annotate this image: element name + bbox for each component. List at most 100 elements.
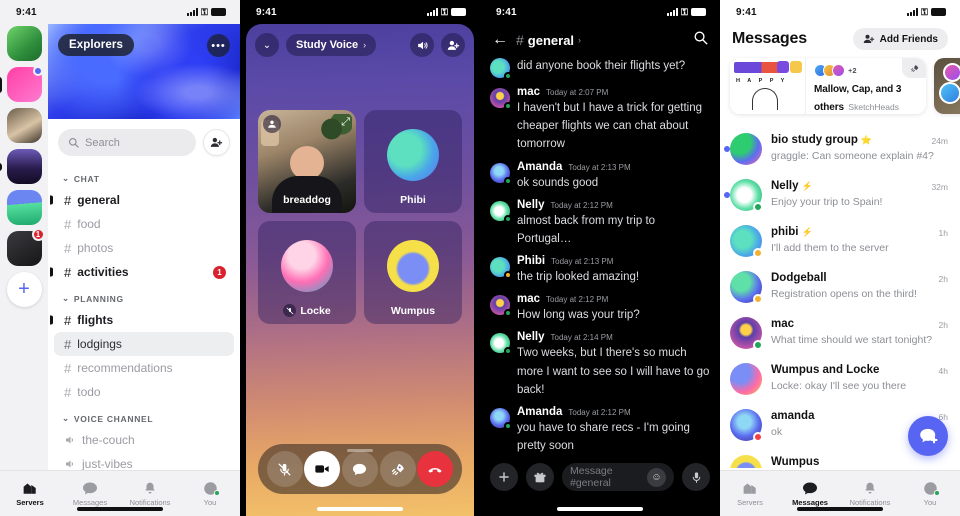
server-rail[interactable]: 1 + (0, 24, 48, 494)
add-person-icon (863, 34, 874, 43)
message-row[interactable]: Nelly Today at 2:14 PM Two weeks, but I … (490, 331, 710, 398)
server-icon-dog[interactable] (6, 108, 42, 143)
message-header: Nelly Today at 2:14 PM (517, 331, 710, 343)
server-icon-leaves[interactable] (6, 26, 42, 61)
expand-icon[interactable]: ⤢ (341, 116, 350, 129)
search-button[interactable] (693, 30, 708, 50)
message-timestamp: Today at 2:12 PM (568, 407, 631, 417)
participant-tile-breaddog[interactable]: ⤢ breaddog (258, 110, 356, 213)
category-planning[interactable]: ⌄ PLANNING (54, 284, 234, 308)
dm-row-bio-study-group[interactable]: bio study group ⭐ graggle: Can someone e… (720, 126, 960, 172)
tab-servers[interactable]: Servers (720, 471, 780, 516)
dm-name: bio study group ⭐ (771, 134, 922, 146)
message-author: Amanda (517, 405, 563, 418)
server-icon-robot[interactable]: 1 (6, 228, 45, 266)
speaker-button[interactable] (410, 33, 434, 57)
dm-preview: ok (771, 426, 783, 438)
presence-dot (753, 202, 763, 212)
message-row[interactable]: Amanda Today at 2:12 PM you have to shar… (490, 406, 710, 454)
dm-preview: Enjoy your trip to Spain! (771, 196, 883, 208)
channel-list[interactable]: ⌄ CHAT # general # food # photos # activ… (48, 164, 240, 494)
message-row[interactable]: mac Today at 2:07 PM I haven't but I hav… (490, 86, 710, 153)
back-button[interactable]: ← (492, 31, 508, 49)
camera-button[interactable] (304, 451, 341, 487)
message-row[interactable]: did anyone book their flights yet? (490, 56, 710, 80)
chat-title[interactable]: # general › (516, 32, 581, 48)
activity-card-sketchheads[interactable]: H A P P Y +2 Mallow, Cap, and 3 others S… (730, 58, 926, 114)
unread-marker (50, 267, 53, 277)
message-input[interactable]: Message #general ☺ (562, 463, 674, 491)
server-icon-frog[interactable] (0, 66, 43, 102)
participant-tile-locke[interactable]: Locke (258, 221, 356, 324)
add-server-button[interactable]: + (6, 272, 42, 307)
channel-food[interactable]: # food (54, 212, 234, 236)
channel-lodgings[interactable]: # lodgings (54, 332, 234, 356)
dm-row-phibi[interactable]: phibi ⚡ I'll add them to the server 1h (720, 218, 960, 264)
message-timestamp: Today at 2:12 PM (546, 295, 609, 305)
activity-card-secondary[interactable] (934, 58, 960, 114)
participant-tile-phibi[interactable]: Phibi (364, 110, 462, 213)
activities-button[interactable] (379, 451, 416, 487)
status-indicators: ⚿ (186, 7, 226, 17)
hangup-button[interactable] (417, 451, 454, 487)
message-row[interactable]: Amanda Today at 2:13 PM ok sounds good (490, 161, 710, 191)
channel-photos[interactable]: # photos (54, 236, 234, 260)
add-friends-button[interactable]: Add Friends (852, 28, 948, 50)
dm-row-dodgeball[interactable]: Dodgeball Registration opens on the thir… (720, 264, 960, 310)
message-row[interactable]: Phibi Today at 2:13 PM the trip looked a… (490, 255, 710, 285)
plus-icon (499, 472, 509, 482)
server-icon-green-blob[interactable] (6, 190, 42, 225)
message-list[interactable]: did anyone book their flights yet? mac T… (480, 56, 720, 458)
participant-tile-wumpus[interactable]: Wumpus (364, 221, 462, 324)
emoji-icon[interactable]: ☺ (647, 467, 666, 487)
chat-button[interactable] (341, 451, 378, 487)
channel-todo[interactable]: # todo (54, 380, 234, 404)
participant-label: Phibi (400, 194, 426, 206)
channel-general[interactable]: # general (50, 188, 234, 212)
server-more-button[interactable]: ••• (207, 34, 230, 57)
channel-activities[interactable]: # activities 1 (50, 260, 234, 284)
channel-recommendations[interactable]: # recommendations (54, 356, 234, 380)
message-composer[interactable]: Message #general ☺ (480, 460, 720, 494)
voice-message-button[interactable] (682, 463, 710, 491)
mute-button[interactable] (266, 451, 303, 487)
message-body: did anyone book their flights yet? (517, 56, 710, 78)
channel-flights[interactable]: # flights (50, 308, 234, 332)
dm-name: mac (771, 318, 930, 330)
invite-button[interactable] (441, 33, 465, 57)
tab-you[interactable]: You (180, 471, 240, 516)
collapse-call-button[interactable]: ⌄ (255, 33, 279, 57)
category-chat[interactable]: ⌄ CHAT (54, 164, 234, 188)
invite-button[interactable] (203, 129, 230, 156)
message-header: mac Today at 2:07 PM (517, 86, 710, 98)
screenshare-icon[interactable] (263, 115, 281, 133)
gift-button[interactable] (526, 463, 554, 491)
add-attachment-button[interactable] (490, 463, 518, 491)
message-header: Phibi Today at 2:13 PM (517, 255, 710, 267)
dm-row-wumpus-and-locke[interactable]: Wumpus and Locke Locke: okay I'll see yo… (720, 356, 960, 402)
voice-channel-the-couch[interactable]: the-couch (54, 428, 234, 452)
activity-subtitle: SketchHeads (848, 102, 899, 112)
wifi-icon: ⚿ (440, 6, 448, 17)
server-icon-night[interactable] (0, 149, 42, 184)
voice-channel-name: Study Voice (296, 39, 359, 51)
dm-row-nelly[interactable]: Nelly ⚡ Enjoy your trip to Spain! 32m (720, 172, 960, 218)
dm-row-mac[interactable]: mac What time should we start tonight? 2… (720, 310, 960, 356)
search-input[interactable]: Search (58, 129, 196, 156)
new-message-button[interactable] (908, 416, 948, 456)
speaker-icon (66, 436, 73, 444)
voice-channel-pill[interactable]: Study Voice › (286, 34, 377, 56)
dm-preview: I'll add them to the server (771, 242, 889, 254)
rocket-icon[interactable] (902, 58, 926, 78)
tab-you[interactable]: You (900, 471, 960, 516)
message-row[interactable]: mac Today at 2:12 PM How long was your t… (490, 293, 710, 323)
activity-cards[interactable]: H A P P Y +2 Mallow, Cap, and 3 others S… (720, 58, 960, 114)
tab-servers[interactable]: Servers (0, 471, 60, 516)
server-notification-dot (32, 66, 43, 76)
server-title[interactable]: Explorers (58, 34, 134, 56)
category-voice-channel[interactable]: ⌄ VOICE CHANNEL (54, 404, 234, 428)
message-text: did anyone book their flights yet? (517, 60, 686, 72)
message-row[interactable]: Nelly Today at 2:12 PM almost back from … (490, 199, 710, 247)
presence-dot (753, 294, 763, 304)
call-controls[interactable] (258, 444, 462, 494)
